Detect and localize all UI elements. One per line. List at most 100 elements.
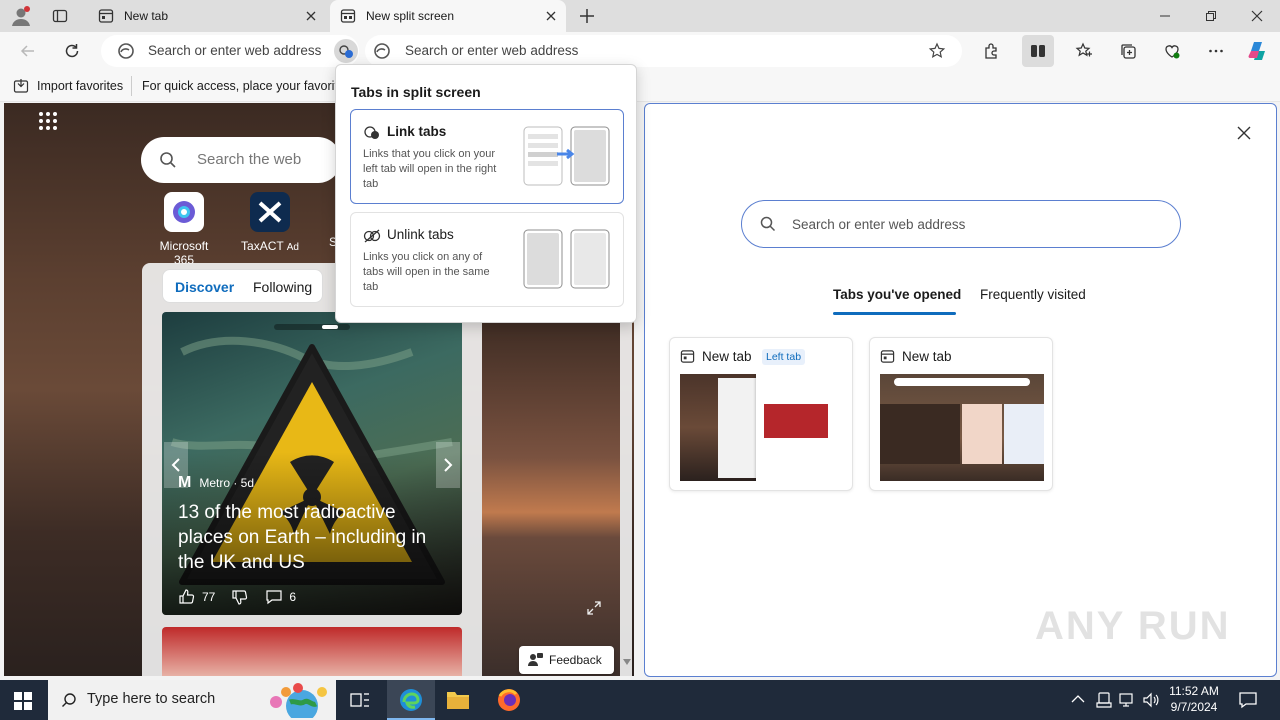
- opened-tab-card[interactable]: New tab: [869, 337, 1053, 491]
- edge-icon: [399, 688, 423, 712]
- task-view-icon[interactable]: [350, 691, 370, 709]
- dislike-icon[interactable]: [231, 588, 249, 606]
- link-tabs-illustration-icon: [523, 126, 610, 186]
- tab-following[interactable]: Following: [253, 279, 312, 295]
- right-pane-new-split-screen: Search or enter web address Tabs you've …: [644, 103, 1277, 677]
- taskbar-edge-button[interactable]: [387, 680, 435, 720]
- volume-icon[interactable]: [1142, 691, 1160, 709]
- tab-tabs-opened[interactable]: Tabs you've opened: [833, 287, 961, 302]
- favorites-button[interactable]: [1068, 35, 1100, 67]
- option-title: Link tabs: [387, 124, 447, 139]
- settings-more-button[interactable]: [1200, 35, 1232, 67]
- import-icon: [13, 78, 29, 94]
- unlink-icon: [363, 228, 381, 244]
- back-button[interactable]: [12, 35, 44, 67]
- link-icon: [338, 43, 354, 59]
- tab-new-tab[interactable]: New tab: [88, 0, 326, 32]
- page-icon: [98, 8, 114, 24]
- import-favorites-label: Import favorites: [37, 79, 124, 93]
- taskbar: Type here to search 11:52 AM 9/7/2024: [0, 680, 1280, 720]
- split-screen-button[interactable]: [1022, 35, 1054, 67]
- tab-title: New split screen: [366, 9, 455, 23]
- option-description: Links that you click on your left tab wi…: [363, 148, 497, 190]
- left-tab-badge: Left tab: [762, 349, 806, 365]
- opened-tab-card[interactable]: New tab Left tab: [669, 337, 853, 491]
- news-card[interactable]: [162, 627, 462, 676]
- web-search-box[interactable]: Search the web: [141, 137, 341, 183]
- firefox-icon[interactable]: [497, 688, 521, 712]
- browser-essentials-button[interactable]: [1156, 35, 1188, 67]
- carousel-dot-active[interactable]: [322, 325, 338, 329]
- edge-search-icon: [373, 42, 391, 60]
- tab-new-split-screen[interactable]: New split screen: [330, 0, 566, 32]
- app-launcher-icon[interactable]: [38, 111, 58, 131]
- article-headline[interactable]: 13 of the most radioactive places on Ear…: [178, 500, 454, 575]
- profile-icon[interactable]: [10, 5, 32, 27]
- link-icon: [363, 125, 381, 141]
- star-icon[interactable]: [928, 42, 946, 60]
- feedback-button[interactable]: Feedback: [519, 646, 614, 674]
- split-search-box[interactable]: Search or enter web address: [741, 200, 1181, 248]
- clock-date: 9/7/2024: [1170, 700, 1218, 714]
- favorites-bar: Import favorites For quick access, place…: [0, 70, 1280, 102]
- search-icon: [760, 216, 776, 232]
- scroll-down-arrow-icon[interactable]: [622, 658, 632, 666]
- source-label: Metro · 5d: [199, 476, 255, 490]
- favorites-hint: For quick access, place your favorites: [142, 79, 352, 93]
- quick-link-microsoft-365[interactable]: Microsoft 365: [149, 192, 219, 267]
- chevron-up-icon[interactable]: [1071, 694, 1085, 704]
- metro-logo-icon: M: [178, 474, 192, 491]
- clock[interactable]: 11:52 AM 9/7/2024: [1164, 683, 1224, 715]
- like-icon[interactable]: [178, 588, 196, 606]
- device-icon[interactable]: [1096, 691, 1112, 709]
- news-card[interactable]: M Metro · 5d 13 of the most radioactive …: [162, 312, 462, 615]
- notifications-icon[interactable]: [1238, 690, 1258, 710]
- file-explorer-icon[interactable]: [446, 689, 470, 711]
- close-window-button[interactable]: [1234, 0, 1280, 32]
- new-tab-icon[interactable]: [578, 7, 596, 25]
- feedback-label: Feedback: [549, 653, 602, 667]
- close-tab-icon[interactable]: [544, 9, 558, 23]
- microsoft-365-icon: [164, 192, 204, 232]
- comment-icon[interactable]: [265, 588, 283, 606]
- copilot-button[interactable]: [1242, 35, 1274, 67]
- search-icon: [61, 692, 77, 708]
- taxact-icon: [250, 192, 290, 232]
- weather-background-card[interactable]: [482, 312, 620, 676]
- tab-frequently-visited[interactable]: Frequently visited: [980, 287, 1086, 302]
- collections-button[interactable]: [1112, 35, 1144, 67]
- carousel-next-button[interactable]: [436, 442, 460, 488]
- refresh-button[interactable]: [56, 35, 88, 67]
- carousel-dots[interactable]: [274, 324, 350, 330]
- link-tabs-toggle[interactable]: [334, 39, 358, 63]
- link-tabs-option[interactable]: Link tabs Links that you click on your l…: [350, 109, 624, 204]
- tab-strip: New tab New split screen: [0, 0, 1280, 32]
- search-icon: [159, 151, 177, 169]
- extensions-button[interactable]: [975, 35, 1007, 67]
- search-placeholder: Search the web: [197, 151, 302, 168]
- quick-link-taxact[interactable]: TaxACT Ad: [235, 192, 305, 253]
- close-tab-icon[interactable]: [304, 9, 318, 23]
- tab-actions-icon[interactable]: [52, 8, 68, 24]
- taskbar-search-placeholder: Type here to search: [87, 691, 216, 707]
- import-favorites-button[interactable]: Import favorites: [13, 78, 123, 94]
- feed-tabs: Discover Following: [162, 269, 323, 303]
- taskbar-search-box[interactable]: Type here to search: [48, 680, 336, 720]
- option-description: Links you click on any of tabs will open…: [363, 251, 490, 293]
- unlink-tabs-option[interactable]: Unlink tabs Links you click on any of ta…: [350, 212, 624, 307]
- page-icon: [880, 349, 895, 364]
- expand-icon[interactable]: [586, 600, 602, 616]
- minimize-button[interactable]: [1142, 0, 1188, 32]
- restore-button[interactable]: [1188, 0, 1234, 32]
- right-address-bar[interactable]: Search or enter web address: [365, 35, 962, 67]
- close-split-icon[interactable]: [1237, 126, 1251, 140]
- like-count: 77: [202, 590, 216, 604]
- search-highlight-globe-icon: [270, 683, 327, 718]
- tab-discover[interactable]: Discover: [175, 279, 234, 295]
- windows-start-icon[interactable]: [14, 692, 32, 710]
- split-screen-popup: Tabs in split screen Link tabs Links tha…: [335, 64, 637, 323]
- left-address-bar[interactable]: Search or enter web address: [101, 35, 359, 67]
- network-icon[interactable]: [1119, 691, 1137, 709]
- quick-link-label: TaxACT: [241, 239, 284, 253]
- clock-time: 11:52 AM: [1169, 684, 1219, 698]
